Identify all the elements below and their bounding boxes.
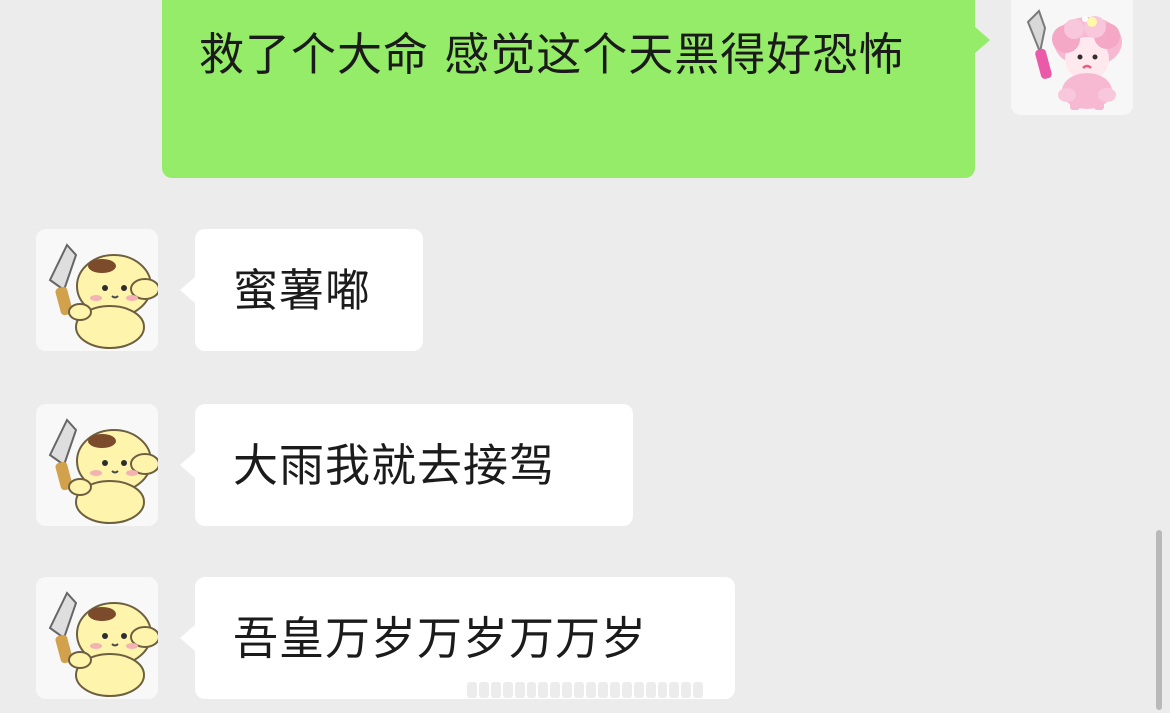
other-avatar-icon[interactable] (36, 404, 158, 526)
yellow-puppy-knife-avatar-icon (36, 404, 158, 526)
self-avatar-icon[interactable] (1011, 0, 1133, 115)
message-text: 吾皇万岁万岁万万岁 (233, 612, 648, 665)
message-text: 大雨我就去接驾 (233, 439, 556, 492)
chat-thread: 救了个大命 感觉这个天黑得好恐怖 蜜薯嘟 大雨我就去接驾 吾皇万岁万岁万万岁 (0, 0, 1170, 713)
pink-sheep-knife-avatar-icon (1011, 0, 1133, 115)
message-row-self: 救了个大命 感觉这个天黑得好恐怖 (0, 0, 1170, 185)
message-bubble-self[interactable]: 救了个大命 感觉这个天黑得好恐怖 (162, 0, 990, 178)
vertical-scrollbar[interactable] (1156, 530, 1162, 710)
other-avatar-icon[interactable] (36, 229, 158, 351)
other-avatar-icon[interactable] (36, 577, 158, 699)
message-text: 蜜薯嘟 (233, 264, 372, 317)
yellow-puppy-knife-avatar-icon (36, 229, 158, 351)
message-text: 救了个大命 感觉这个天黑得好恐怖 (199, 28, 905, 81)
message-bubble-other[interactable]: 蜜薯嘟 (180, 229, 423, 351)
watermark-strip (467, 681, 704, 699)
message-bubble-other[interactable]: 大雨我就去接驾 (180, 404, 633, 526)
message-row-other: 大雨我就去接驾 (0, 404, 1170, 528)
yellow-puppy-knife-avatar-icon (36, 577, 158, 699)
message-row-other: 蜜薯嘟 (0, 229, 1170, 353)
